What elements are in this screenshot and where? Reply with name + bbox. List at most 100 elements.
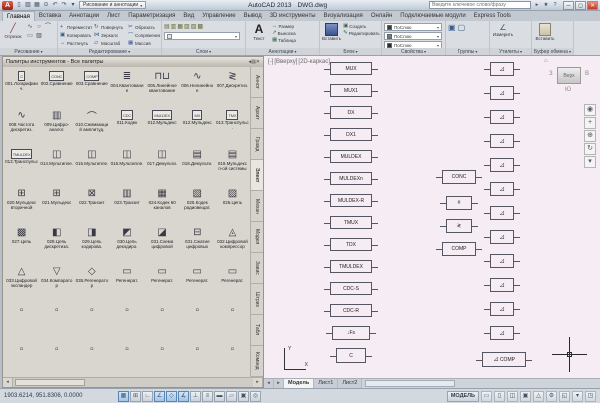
ribbon-tab-8[interactable]: Вывод [240, 11, 266, 21]
block-tmuldex-10[interactable]: TMULDEX [330, 260, 372, 273]
rectangle-icon[interactable]: ▭ [26, 32, 34, 40]
palette-item-24[interactable]: ⊠022.Транзит [74, 184, 109, 223]
snap-toggle[interactable]: ▦ [118, 391, 129, 402]
status-menu-button[interactable]: ▾ [572, 391, 583, 402]
block-muldexn-6[interactable]: MULDEXn [330, 172, 372, 185]
qat-save-icon[interactable]: ▦ [33, 1, 41, 10]
palette-item-28[interactable]: ▨026.Цепь [215, 184, 250, 223]
ribbon-tab-10[interactable]: Визуализация [320, 11, 367, 21]
ribbon-tab-7[interactable]: Управление [198, 11, 239, 21]
block-symbol-20[interactable]: ⊿ [490, 86, 514, 100]
panel-label-properties[interactable]: Свойства [382, 48, 445, 55]
trim-button[interactable]: ✂Обрезать [128, 23, 160, 31]
palette-item-34[interactable]: ⊟031.Сжатие цифровых [180, 223, 215, 262]
palette-item-25[interactable]: ▥023.Транзит [109, 184, 144, 223]
canvas-horizontal-scrollbar[interactable] [362, 379, 600, 388]
qat-new-icon[interactable]: ▯ [15, 1, 23, 10]
block-symbol-24[interactable]: ⊿ [490, 182, 514, 196]
ducs-toggle[interactable]: ⊥ [190, 391, 201, 402]
layer-off-icon[interactable]: ▥ [171, 23, 177, 30]
palette-item-41[interactable]: ▭Регенерат. [180, 262, 215, 301]
panel-label-annotation[interactable]: Аннотации [246, 48, 319, 55]
palette-tab-8[interactable]: Штрих [251, 284, 263, 315]
tpy-toggle[interactable]: ▱ [226, 391, 237, 402]
block-symbol-28[interactable]: ⊿ [490, 278, 514, 292]
palette-item-7[interactable]: ≷007.Дискретиз. [215, 67, 250, 106]
palette-item-4[interactable]: ≣004.Квантование [109, 67, 144, 106]
palette-scroll-thumb[interactable] [15, 379, 85, 386]
lock-ui-button[interactable]: ◱ [559, 391, 570, 402]
edit-block-button[interactable]: ✎Редактировать [343, 30, 380, 36]
mirror-button[interactable]: ⋈Зеркало [94, 31, 126, 39]
block-mux-1[interactable]: MUX [330, 62, 372, 75]
full-navigation-wheel-button[interactable]: ◉ [584, 104, 596, 116]
palette-item-20[interactable]: ▤018.Демульти. [180, 145, 215, 184]
palette-item-6[interactable]: ∿006.Нелинейное [180, 67, 215, 106]
osnap-toggle[interactable]: ◇ [166, 391, 177, 402]
palette-item-52[interactable]: ▫ [74, 340, 109, 377]
exchange-apps-icon[interactable]: ★ [542, 1, 550, 10]
ribbon-tab-13[interactable]: Express Tools [470, 11, 515, 21]
palette-item-5[interactable]: ⊓⊔005.Линейное квантование [145, 67, 180, 106]
palette-tab-7[interactable]: Завис [251, 253, 263, 284]
palette-item-1[interactable]: C001.Логарифмич. [4, 67, 39, 106]
tab-лист2[interactable]: Лист2 [338, 379, 362, 388]
palette-item-14[interactable]: TMX013.Транспульс. [215, 106, 250, 145]
block-comp-18[interactable]: COMP [442, 242, 476, 256]
maximize-button[interactable]: ◻ [575, 1, 586, 10]
qat-plot-icon[interactable]: ⊙ [42, 1, 50, 10]
palette-item-3[interactable]: COMP003.Сравнение [74, 67, 109, 106]
viewcube[interactable]: ⌂ Верх З В Ю [544, 58, 590, 100]
layer-properties-icon[interactable]: ▤ [164, 23, 170, 30]
layer-dropdown[interactable] [164, 32, 240, 40]
model-space-button[interactable]: ▭ [481, 391, 492, 402]
palette-close-button[interactable]: ✕ [256, 59, 260, 65]
palette-item-16[interactable]: ◫014.Мультипле. [39, 145, 74, 184]
otrack-toggle[interactable]: ∡ [178, 391, 189, 402]
block-dx-3[interactable]: DX [330, 106, 372, 119]
block-↓fs-13[interactable]: ↓Fs [332, 326, 370, 340]
palette-item-23[interactable]: ⊞021.Мульдекс [39, 184, 74, 223]
block-symbol-29[interactable]: ⊿ [490, 302, 514, 316]
palette-item-39[interactable]: ▭Регенерат. [109, 262, 144, 301]
prev-tab-button[interactable]: ◂ [264, 379, 274, 388]
arc-icon[interactable]: ⌒ [44, 23, 52, 31]
palette-item-26[interactable]: ▦024.Кодек 60 каналов [145, 184, 180, 223]
object-color-dropdown[interactable]: ПоСлою [384, 23, 442, 31]
block-symbol-19[interactable]: ⊿ [490, 62, 514, 76]
viewcube-west-label[interactable]: З [549, 71, 553, 77]
block-muldex-r-7[interactable]: MULDEX-R [330, 194, 372, 207]
block-≷-17[interactable]: ≷ [446, 219, 472, 233]
close-button[interactable]: ✕ [587, 1, 598, 10]
tab-лист1[interactable]: Лист1 [314, 379, 338, 388]
ribbon-tab-11[interactable]: Онлайн [367, 11, 396, 21]
palette-item-48[interactable]: ▫ [180, 301, 215, 340]
palette-tab-9[interactable]: Табл [251, 315, 263, 346]
paste-button[interactable]: Вставить [534, 23, 556, 41]
block-conc-15[interactable]: CONC [442, 170, 476, 184]
palette-item-56[interactable]: ▫ [215, 340, 250, 377]
palette-scroll-left[interactable]: ◂ [3, 378, 13, 387]
palette-item-31[interactable]: ◨029.Цепь кодирова. [74, 223, 109, 262]
view-control[interactable]: [Вверху] [274, 59, 297, 65]
palette-item-40[interactable]: ▭Регенерат. [145, 262, 180, 301]
dimension-button[interactable]: ↔Размер [272, 23, 296, 29]
block-#-16[interactable]: # [446, 196, 472, 210]
visual-style-control[interactable]: [2D-каркас] [298, 59, 330, 65]
measure-button[interactable]: ∠ Измерить [492, 23, 514, 37]
palette-item-37[interactable]: ▽034.Компаратор [39, 262, 74, 301]
palette-item-32[interactable]: ◩030.Цепь декодиро. [109, 223, 144, 262]
qat-qat-menu-icon[interactable]: ▾ [69, 1, 77, 10]
ribbon-tab-4[interactable]: Лист [103, 11, 124, 21]
sc-toggle[interactable]: ◎ [250, 391, 261, 402]
palette-item-43[interactable]: ▫ [4, 301, 39, 340]
palette-item-22[interactable]: ⊞020.Мульдекс вторичной [4, 184, 39, 223]
polar-toggle[interactable]: ∠ [154, 391, 165, 402]
palette-item-53[interactable]: ▫ [109, 340, 144, 377]
move-button[interactable]: +Переместить [60, 23, 92, 31]
layer-match-icon[interactable]: ▩ [197, 23, 203, 30]
palette-tab-6[interactable]: Модел [251, 222, 263, 253]
palette-item-11[interactable]: CDC011.Кодек [109, 106, 144, 145]
copy-button[interactable]: ▣Копировать [60, 31, 92, 39]
layout-space-button[interactable]: ▯ [494, 391, 505, 402]
